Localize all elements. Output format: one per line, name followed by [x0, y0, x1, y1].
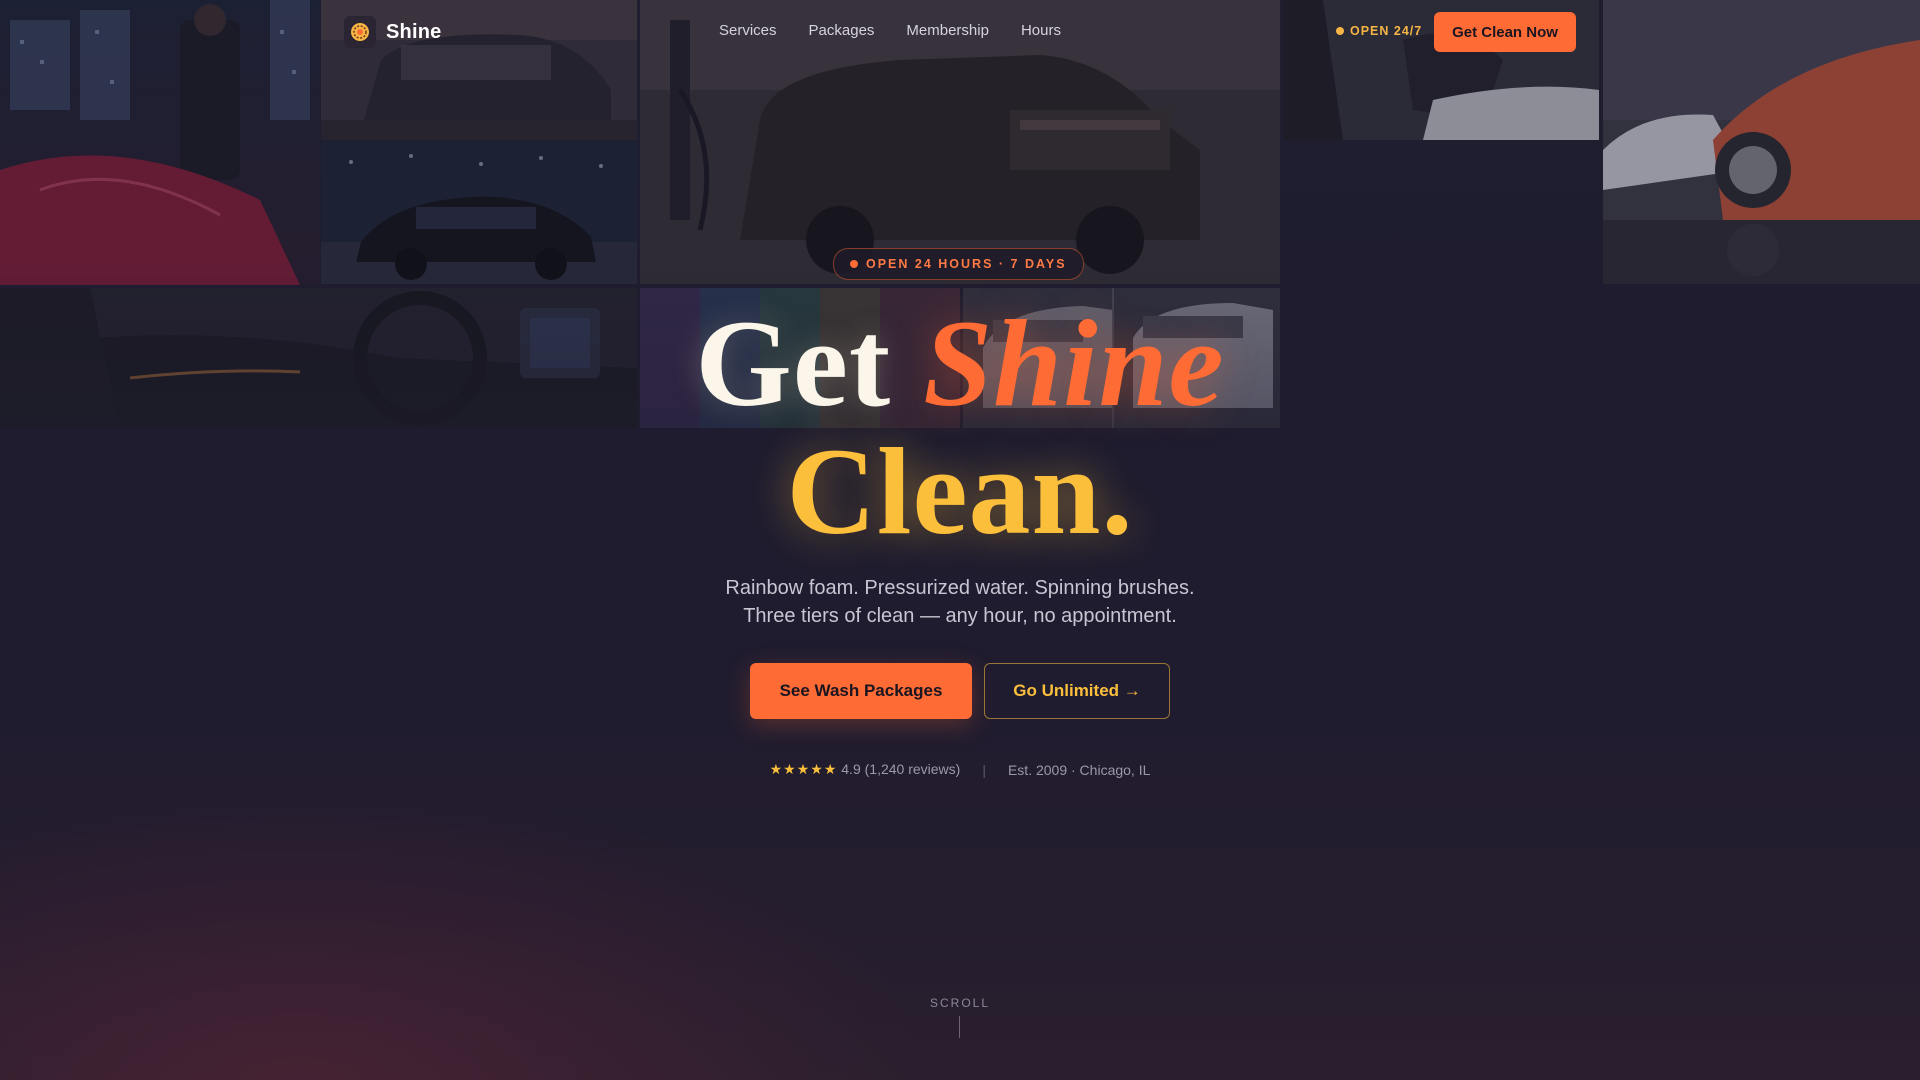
established-text: Est. 2009 · Chicago, IL: [1007, 761, 1151, 778]
photo-black-sedan: [321, 142, 637, 284]
nav-link-services[interactable]: Services: [719, 22, 777, 39]
open-status-badge: OPEN 24/7: [1336, 24, 1422, 38]
nav-link-membership[interactable]: Membership: [906, 22, 989, 39]
headline-word-get: Get: [695, 295, 892, 432]
hero-subtext-line-2: Three tiers of clean — any hour, no appo…: [743, 605, 1177, 627]
nav-link-packages[interactable]: Packages: [809, 22, 875, 39]
rating: ★★★★★ 4.9 (1,240 reviews): [770, 761, 961, 778]
star-rating-icon: ★★★★★: [769, 761, 838, 777]
open-status-text: OPEN 24/7: [1350, 24, 1423, 38]
scroll-indicator-line: [959, 1016, 960, 1038]
top-nav: Shine Services Packages Membership Hours…: [0, 0, 1920, 64]
see-wash-packages-button[interactable]: See Wash Packages: [750, 663, 972, 719]
hero-headline: Get Shine Clean.: [0, 300, 1920, 556]
status-dot-icon: [1336, 27, 1344, 35]
pill-dot-icon: [850, 260, 858, 268]
rating-text: 4.9 (1,240 reviews): [841, 761, 961, 777]
headline-word-clean: Clean.: [786, 423, 1134, 560]
go-unlimited-button[interactable]: Go Unlimited →: [984, 663, 1170, 719]
headline-line-1: Get Shine: [0, 300, 1920, 428]
hours-pill-text: OPEN 24 HOURS · 7 DAYS: [866, 257, 1067, 271]
sun-emblem-icon: [344, 16, 376, 48]
headline-line-2: Clean.: [0, 428, 1920, 556]
scroll-indicator-label: SCROLL: [929, 996, 991, 1010]
hero-meta: ★★★★★ 4.9 (1,240 reviews) | Est. 2009 · …: [0, 761, 1920, 778]
nav-links: Services Packages Membership Hours: [719, 22, 1061, 39]
hero-subtext: Rainbow foam. Pressurized water. Spinnin…: [0, 574, 1920, 630]
meta-separator: |: [982, 761, 986, 778]
landing-page: Shine Services Packages Membership Hours…: [0, 0, 1920, 1080]
brand[interactable]: Shine: [344, 16, 441, 48]
nav-link-hours[interactable]: Hours: [1021, 22, 1061, 39]
hours-pill: OPEN 24 HOURS · 7 DAYS: [833, 248, 1084, 280]
get-clean-now-button[interactable]: Get Clean Now: [1434, 12, 1576, 52]
hero-subtext-line-1: Rainbow foam. Pressurized water. Spinnin…: [725, 577, 1195, 599]
brand-name: Shine: [386, 20, 442, 43]
headline-word-shine: Shine: [923, 295, 1225, 432]
